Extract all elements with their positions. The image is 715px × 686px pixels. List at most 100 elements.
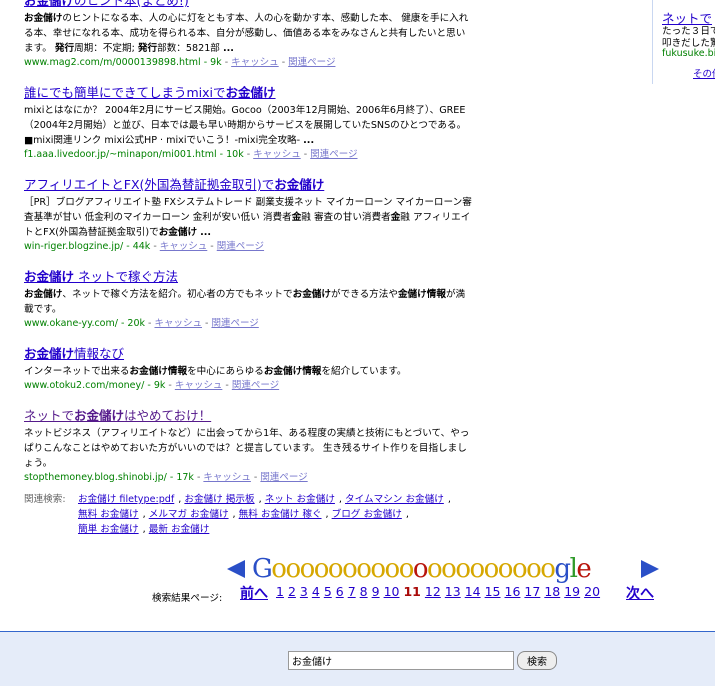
page-link[interactable]: 14	[465, 584, 481, 599]
related-pages-link[interactable]: 関連ページ	[288, 57, 335, 68]
result-url: stopthemoney.blog.shinobi.jp/ - 17k	[24, 472, 194, 483]
result-meta: f1.aaa.livedoor.jp/~minapon/mi001.html -…	[24, 148, 472, 162]
prev-arrow-icon[interactable]	[227, 560, 245, 578]
logo-letter: g	[554, 554, 571, 584]
pagination-label: 検索結果ページ:	[152, 593, 223, 604]
logo-letter: o	[342, 554, 358, 584]
result-url: f1.aaa.livedoor.jp/~minapon/mi001.html -…	[24, 149, 244, 160]
logo-letter: o	[540, 554, 556, 584]
cache-link[interactable]: キャッシュ	[253, 149, 301, 160]
result-title-link[interactable]: ネットでお金儲けはやめておけ！	[24, 407, 472, 424]
related-search-link[interactable]: 無料 お金儲け 稼ぐ	[239, 509, 322, 520]
result-title-link[interactable]: アフィリエイトとFX(外国為替証拠金取引)でお金儲け	[24, 176, 472, 193]
result-meta: www.okane-yy.com/ - 20k - キャッシュ - 関連ページ	[24, 317, 472, 331]
result-url: www.mag2.com/m/0000139898.html - 9k	[24, 57, 222, 68]
related-search-link[interactable]: ブログ お金儲け	[332, 509, 402, 520]
page-numbers: 1 2 3 4 5 6 7 8 9 10 11 12 13 14 15 16 17 18 19 20	[276, 584, 604, 599]
separator: -	[300, 149, 311, 160]
page-link[interactable]: 20	[584, 584, 600, 599]
page-link[interactable]: 5	[324, 584, 332, 599]
separator: -	[243, 149, 254, 160]
logo-letter: o	[526, 554, 542, 584]
related-label: 関連検索:	[24, 494, 66, 505]
result-title-link[interactable]: お金儲けのヒント本(まとめ!)	[24, 0, 472, 9]
result-snippet: ［PR］ブログアフィリエイト塾 FXシステムトレード 副業支援ネット マイカーロ…	[24, 197, 472, 238]
logo-letter: o	[427, 554, 443, 584]
related-pages-link[interactable]: 関連ページ	[217, 241, 264, 252]
page-link[interactable]: 8	[360, 584, 368, 599]
result-snippet: インターネットで出来るお金儲け情報を中心にあらゆるお金儲け情報を紹介しています。	[24, 366, 407, 377]
ad-title-link[interactable]: ネットで	[662, 8, 712, 27]
logo-letter: o	[327, 554, 344, 584]
related-row: 無料 お金儲け, メルマガ お金儲け, 無料 お金儲け 稼ぐ, ブログ お金儲け…	[78, 509, 409, 520]
page-link[interactable]: 12	[425, 584, 441, 599]
page-link[interactable]: 1	[276, 584, 284, 599]
related-row: 関連検索: お金儲け filetype:pdf, お金儲け 掲示板, ネット お金…	[24, 494, 451, 505]
related-search-link[interactable]: 無料 お金儲け	[78, 509, 139, 520]
related-search-link[interactable]: タイムマシン お金儲け	[345, 494, 444, 505]
related-pages-link[interactable]: 関連ページ	[260, 472, 307, 483]
page-link[interactable]: 15	[485, 584, 501, 599]
page-link[interactable]: 6	[336, 584, 344, 599]
next-arrow-icon[interactable]	[641, 560, 659, 578]
logo-letter: o	[271, 554, 287, 584]
result-url: win-riger.blogzine.jp/ - 44k	[24, 241, 151, 252]
related-search-link[interactable]: 簡単 お金儲け	[78, 524, 139, 535]
logo-letter: o	[370, 554, 386, 584]
ad-url: fukusuke.bi	[662, 48, 715, 59]
result-item: 誰にでも簡単にできてしまうmixiでお金儲け mixiとはなにか？ 2004年2月…	[24, 84, 472, 162]
related-pages-link[interactable]: 関連ページ	[232, 380, 279, 391]
separator: -	[165, 380, 175, 391]
current-page: 11	[403, 584, 421, 599]
related-search-link[interactable]: 最新 お金儲け	[149, 524, 210, 535]
cache-link[interactable]: キャッシュ	[203, 472, 251, 483]
related-search-link[interactable]: お金儲け filetype:pdf	[78, 494, 174, 505]
next-page-link[interactable]: 次へ	[626, 583, 654, 603]
page-link[interactable]: 18	[544, 584, 560, 599]
logo-letter: o	[356, 554, 372, 584]
page-link[interactable]: 4	[312, 584, 320, 599]
page-link[interactable]: 17	[524, 584, 540, 599]
result-title-link[interactable]: お金儲け ネットで稼ぐ方法	[24, 268, 472, 285]
result-title-link[interactable]: 誰にでも簡単にできてしまうmixiでお金儲け	[24, 84, 472, 101]
footer-search-bar: 検索	[0, 631, 715, 686]
related-pages-link[interactable]: 関連ページ	[310, 149, 357, 160]
cache-link[interactable]: キャッシュ	[154, 318, 202, 329]
related-pages-link[interactable]: 関連ページ	[211, 318, 258, 329]
result-title-link[interactable]: お金儲け情報なび	[24, 345, 472, 362]
related-search-link[interactable]: メルマガ お金儲け	[149, 509, 229, 520]
more-ads-link[interactable]: その他	[693, 66, 715, 80]
logo-letter: e	[576, 554, 591, 584]
page-link[interactable]: 9	[372, 584, 380, 599]
cache-link[interactable]: キャッシュ	[175, 380, 223, 391]
page-link[interactable]: 7	[348, 584, 356, 599]
prev-page-link[interactable]: 前へ	[240, 583, 268, 603]
page-link[interactable]: 19	[564, 584, 580, 599]
result-url: www.okane-yy.com/ - 20k	[24, 318, 146, 329]
page-link[interactable]: 16	[505, 584, 521, 599]
result-meta: stopthemoney.blog.shinobi.jp/ - 17k - キャ…	[24, 471, 472, 485]
result-item: お金儲け情報なびインターネットで出来るお金儲け情報を中心にあらゆるお金儲け情報を…	[24, 345, 472, 393]
result-meta: www.otoku2.com/money/ - 9k - キャッシュ - 関連ペ…	[24, 379, 472, 393]
related-search-link[interactable]: お金儲け 掲示板	[184, 494, 254, 505]
separator: -	[221, 57, 232, 68]
cache-link[interactable]: キャッシュ	[231, 57, 279, 68]
related-search-link[interactable]: ネット お金儲け	[265, 494, 335, 505]
search-input[interactable]	[288, 651, 514, 670]
result-url: www.otoku2.com/money/ - 9k	[24, 380, 166, 391]
related-row: 簡単 お金儲け, 最新 お金儲け	[78, 524, 210, 535]
logo-letter: o	[497, 554, 514, 584]
page-link[interactable]: 2	[288, 584, 296, 599]
result-item: お金儲けのヒント本(まとめ!) お金儲けのヒントになる本、人の心に灯をともす本、人…	[24, 0, 472, 70]
page-link[interactable]: 13	[445, 584, 461, 599]
result-item: お金儲け ネットで稼ぐ方法 お金儲け、ネットで稼ぐ方法を紹介。初心者の方でもネット…	[24, 268, 472, 331]
logo-letter: o	[398, 554, 415, 584]
page-link[interactable]: 3	[300, 584, 308, 599]
cache-link[interactable]: キャッシュ	[160, 241, 208, 252]
logo-letter: o	[455, 554, 471, 584]
search-button[interactable]: 検索	[517, 651, 557, 670]
page-link[interactable]: 10	[384, 584, 400, 599]
separator: -	[250, 472, 261, 483]
sponsored-sidebar: ネットで たった３日で 叩きだした驚 fukusuke.bi その他	[652, 0, 715, 84]
ad-description: たった３日で 叩きだした驚	[662, 26, 715, 50]
